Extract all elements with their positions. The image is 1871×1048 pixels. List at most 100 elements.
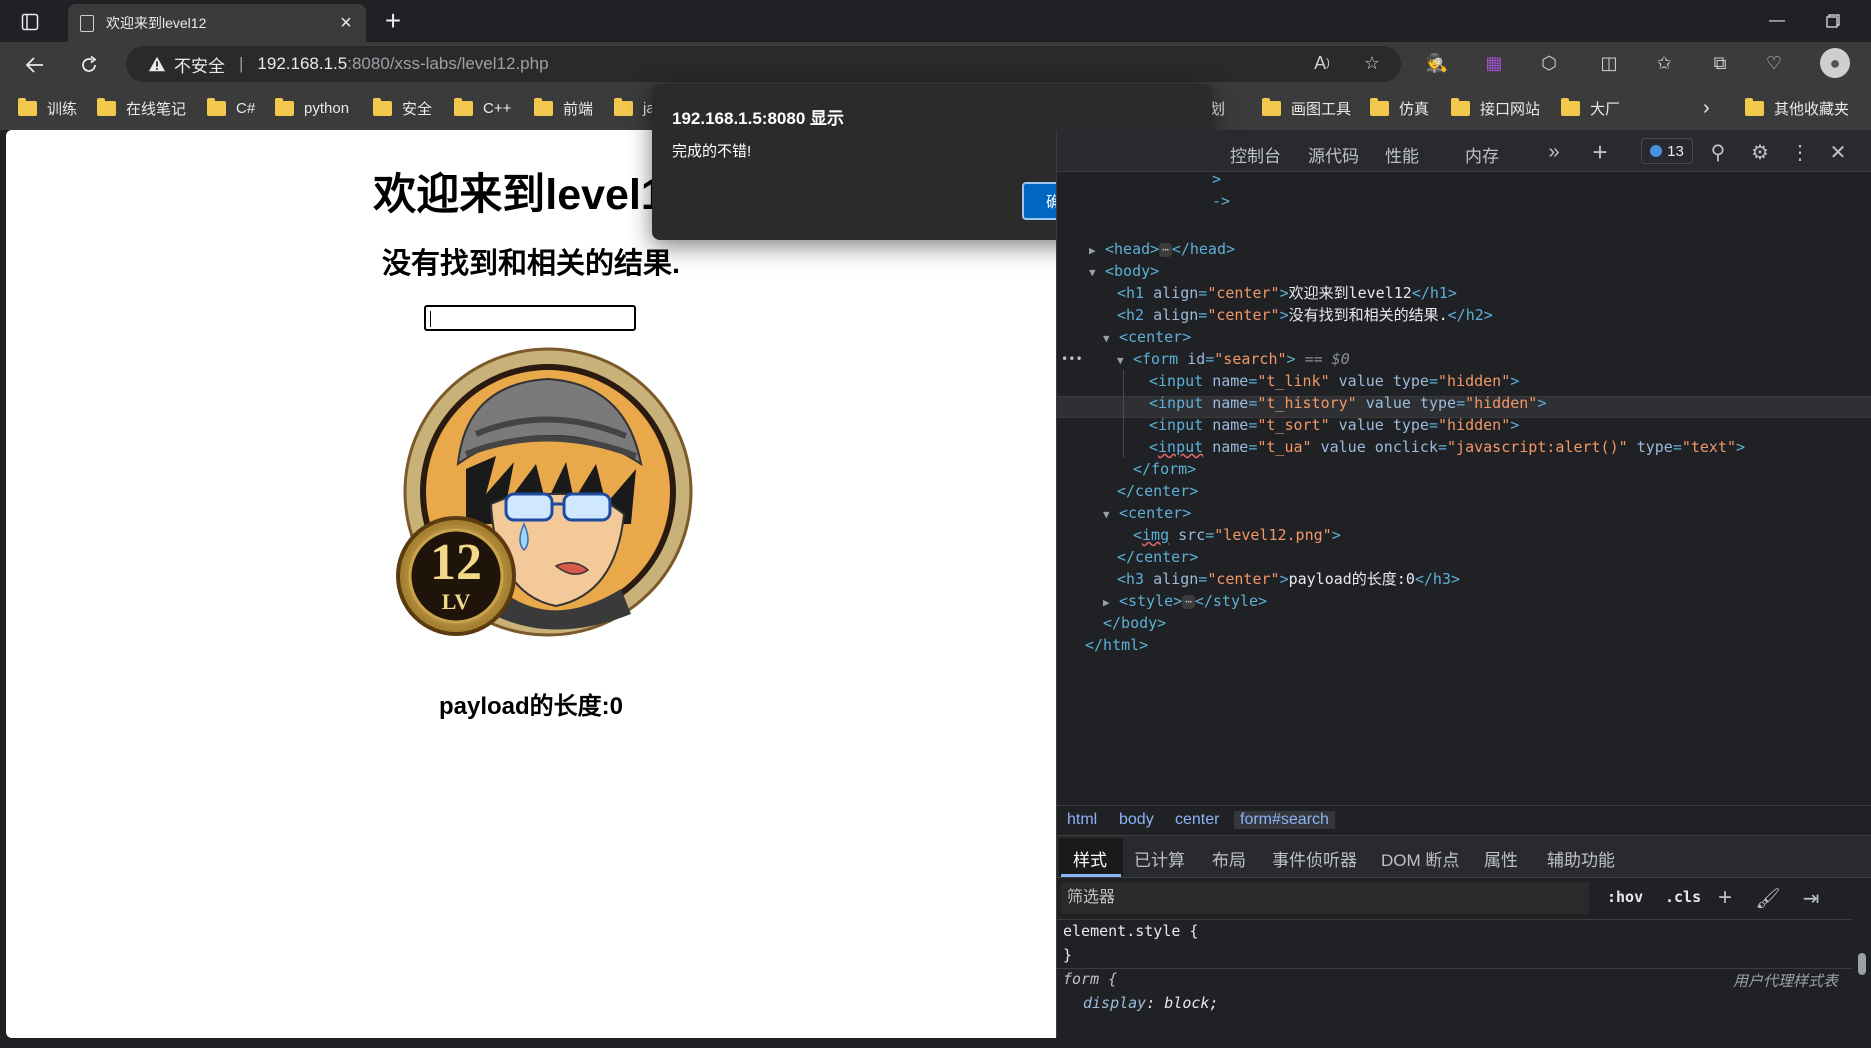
filter-input[interactable]: 筛选器 bbox=[1061, 882, 1589, 914]
read-aloud-icon[interactable]: A) bbox=[1310, 51, 1334, 75]
connections-icon[interactable]: ⚲ bbox=[1705, 139, 1731, 165]
minimize-icon[interactable]: — bbox=[1754, 6, 1800, 36]
extensions-puzzle-icon[interactable]: ⬡ bbox=[1537, 51, 1561, 75]
address-bar[interactable]: 不安全 | 192.168.1.5 :8080/xss-labs/level12… bbox=[126, 46, 1401, 82]
breadcrumb-center[interactable]: center bbox=[1175, 811, 1219, 829]
dom-img-node[interactable]: <img src="level12.png"> bbox=[1133, 524, 1341, 546]
bookmark-folder[interactable]: 训练 bbox=[18, 96, 77, 120]
bookmark-folder[interactable]: python bbox=[275, 96, 349, 120]
bookmark-folder[interactable]: 画图工具 bbox=[1262, 96, 1351, 120]
expand-triangle-icon[interactable]: ▶ bbox=[1089, 240, 1105, 262]
issues-count: 13 bbox=[1667, 142, 1684, 160]
tab-actions-button[interactable] bbox=[14, 8, 46, 36]
more-tabs-icon[interactable]: » bbox=[1541, 139, 1567, 165]
new-style-rule-icon[interactable]: + bbox=[1711, 884, 1739, 912]
tab-event-listeners[interactable]: 事件侦听器 bbox=[1272, 846, 1357, 871]
bookmark-folder[interactable]: 大厂 bbox=[1561, 96, 1620, 120]
bookmark-folder[interactable]: 安全 bbox=[373, 96, 432, 120]
bookmark-folder[interactable]: 接口网站 bbox=[1451, 96, 1540, 120]
tab-memory[interactable]: 内存 bbox=[1465, 142, 1499, 167]
insecure-label[interactable]: 不安全 bbox=[174, 52, 225, 77]
bookmark-folder[interactable]: 仿真 bbox=[1370, 96, 1429, 120]
bookmark-folder[interactable]: C# bbox=[207, 96, 255, 120]
tab-performance[interactable]: 性能 bbox=[1385, 142, 1419, 167]
extension-purple-icon[interactable]: ▦ bbox=[1482, 51, 1506, 75]
dom-h2-node[interactable]: <h2 align="center">没有找到和相关的结果.</h2> bbox=[1117, 304, 1493, 326]
collections-icon[interactable]: ⧉ bbox=[1708, 51, 1732, 75]
split-screen-icon[interactable]: ◫ bbox=[1597, 51, 1621, 75]
close-devtools-icon[interactable]: ✕ bbox=[1825, 139, 1851, 165]
url-host: 192.168.1.5 bbox=[257, 54, 348, 73]
more-options-icon[interactable]: ⋮ bbox=[1787, 139, 1813, 165]
page-subheading: 没有找到和相关的结果. bbox=[381, 248, 681, 280]
collapse-triangle-icon[interactable]: ▼ bbox=[1117, 350, 1133, 372]
dom-body-node[interactable]: ▼ <body> bbox=[1089, 260, 1159, 282]
tab-actions-icon bbox=[21, 13, 39, 31]
settings-gear-icon[interactable]: ⚙ bbox=[1747, 139, 1773, 165]
tab-styles[interactable]: 样式 bbox=[1073, 846, 1107, 871]
styles-scrollbar[interactable] bbox=[1856, 925, 1868, 1035]
collapse-triangle-icon[interactable]: ▼ bbox=[1103, 504, 1119, 526]
issues-counter[interactable]: 13 bbox=[1641, 138, 1693, 164]
reload-icon[interactable] bbox=[72, 48, 106, 82]
dom-body-close[interactable]: </body> bbox=[1103, 612, 1166, 634]
browser-tab[interactable]: 欢迎来到level12 × bbox=[68, 4, 366, 42]
tab-console[interactable]: 控制台 bbox=[1230, 142, 1281, 167]
browser-essentials-icon[interactable]: ♡ bbox=[1762, 51, 1786, 75]
collapse-triangle-icon[interactable]: ▼ bbox=[1103, 328, 1119, 350]
dom-style-node[interactable]: ▶ <style> ⋯ </style> bbox=[1103, 590, 1267, 612]
form-rule-selector[interactable]: form { bbox=[1063, 970, 1117, 988]
tab-properties[interactable]: 属性 bbox=[1484, 846, 1518, 871]
extension-hacker-icon[interactable]: 🕵 bbox=[1425, 51, 1449, 75]
element-style-rule[interactable]: element.style { bbox=[1063, 922, 1198, 940]
tab-accessibility[interactable]: 辅助功能 bbox=[1547, 846, 1615, 871]
dom-center-node[interactable]: ▼ <center> bbox=[1103, 502, 1191, 524]
dom-form-close[interactable]: </form> bbox=[1133, 458, 1196, 480]
bookmark-folder[interactable]: ja bbox=[614, 96, 655, 120]
display-declaration[interactable]: display: block; bbox=[1083, 994, 1218, 1012]
tab-layout[interactable]: 布局 bbox=[1212, 846, 1246, 871]
dom-input-node[interactable]: <input name="t_link" value type="hidden"… bbox=[1149, 370, 1519, 392]
breadcrumb-body[interactable]: body bbox=[1119, 811, 1154, 829]
dom-center-close[interactable]: </center> bbox=[1117, 546, 1198, 568]
dom-form-node[interactable]: ▼ <form id="search"> == $0 bbox=[1117, 348, 1350, 370]
favorite-star-icon[interactable]: ☆ bbox=[1360, 51, 1384, 75]
other-bookmarks[interactable]: 其他收藏夹 bbox=[1745, 96, 1849, 120]
dom-head-node[interactable]: ▶ <head> ⋯ </head> bbox=[1089, 238, 1235, 260]
tab-sources[interactable]: 源代码 bbox=[1308, 142, 1359, 167]
add-tab-icon[interactable]: + bbox=[1587, 137, 1613, 167]
bookmark-folder[interactable]: 前端 bbox=[534, 96, 593, 120]
dialog-title: 192.168.1.5:8080 显示 bbox=[672, 109, 845, 128]
close-tab-icon[interactable]: × bbox=[334, 11, 358, 35]
restore-icon[interactable] bbox=[1810, 6, 1856, 36]
hov-button[interactable]: :hov bbox=[1607, 888, 1643, 906]
color-format-icon[interactable]: 🖌 bbox=[1754, 884, 1782, 912]
search-input[interactable] bbox=[424, 305, 636, 331]
back-icon[interactable] bbox=[18, 48, 52, 82]
tab-dom-breakpoints[interactable]: DOM 断点 bbox=[1381, 846, 1459, 871]
row-actions-icon[interactable]: ••• bbox=[1061, 348, 1083, 370]
dom-h1-node[interactable]: <h1 align="center">欢迎来到level12</h1> bbox=[1117, 282, 1457, 304]
breadcrumb-form-search[interactable]: form#search bbox=[1234, 811, 1335, 829]
bookmarks-more-icon[interactable]: › bbox=[1703, 96, 1710, 120]
dom-center-node[interactable]: ▼ <center> bbox=[1103, 326, 1191, 348]
breadcrumb-html[interactable]: html bbox=[1067, 811, 1097, 829]
folder-icon bbox=[1561, 97, 1580, 116]
dom-input-node[interactable]: <input name="t_ua" value onclick="javasc… bbox=[1149, 436, 1745, 458]
dom-center-close[interactable]: </center> bbox=[1117, 480, 1198, 502]
dom-html-close[interactable]: </html> bbox=[1085, 634, 1148, 656]
tab-computed[interactable]: 已计算 bbox=[1134, 846, 1185, 871]
cls-button[interactable]: .cls bbox=[1665, 888, 1701, 906]
dom-input-node[interactable]: <input name="t_history" value type="hidd… bbox=[1149, 392, 1546, 414]
collapse-triangle-icon[interactable]: ▼ bbox=[1089, 262, 1105, 284]
bookmark-folder[interactable]: C++ bbox=[454, 96, 511, 120]
new-tab-icon[interactable]: + bbox=[378, 5, 408, 36]
expand-triangle-icon[interactable]: ▶ bbox=[1103, 592, 1119, 614]
profile-avatar[interactable]: ● bbox=[1820, 48, 1850, 78]
toggle-sidebar-icon[interactable]: ⇥ bbox=[1797, 884, 1825, 912]
dom-input-node[interactable]: <input name="t_sort" value type="hidden"… bbox=[1149, 414, 1519, 436]
dom-h3-node[interactable]: <h3 align="center">payload的长度:0</h3> bbox=[1117, 568, 1460, 590]
warning-icon[interactable] bbox=[148, 55, 166, 73]
favorites-icon[interactable]: ✩ bbox=[1652, 51, 1676, 75]
bookmark-folder[interactable]: 在线笔记 bbox=[97, 96, 186, 120]
